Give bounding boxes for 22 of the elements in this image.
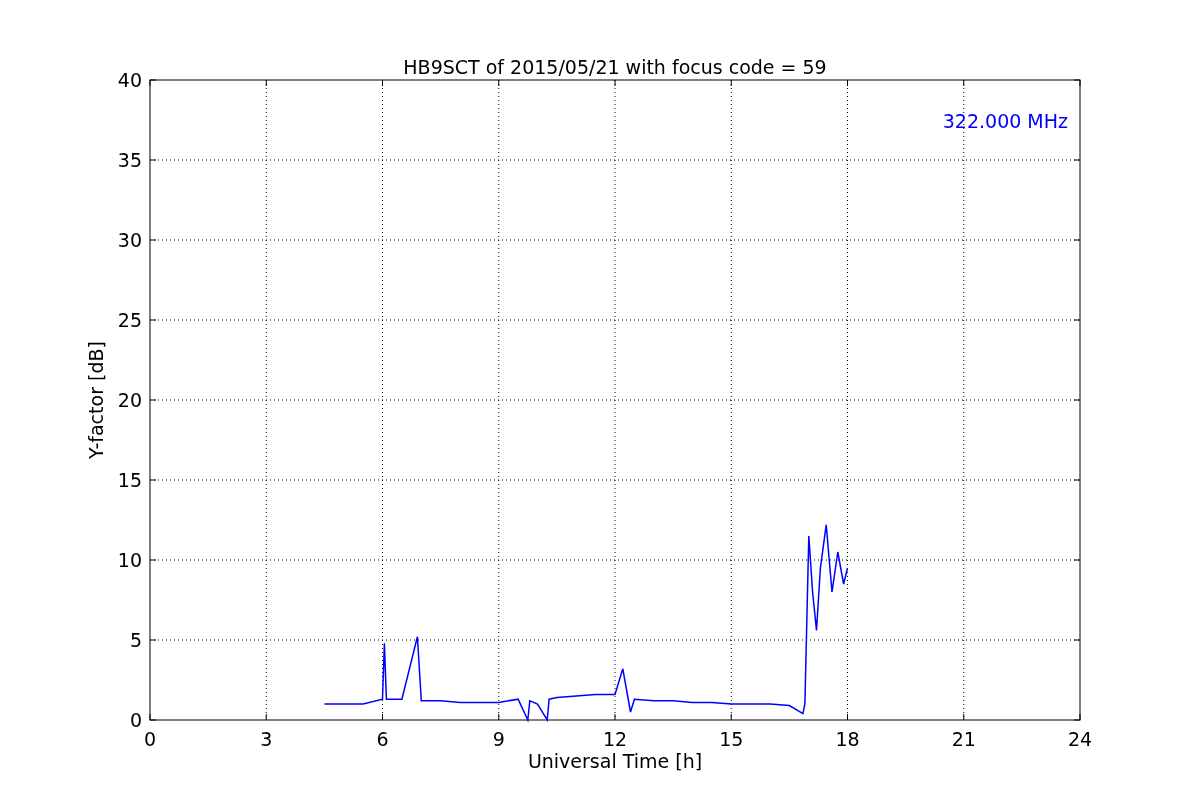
x-tick-label: 24: [1067, 728, 1093, 750]
series-label: 322.000 MHz: [942, 110, 1068, 132]
y-tick-label: 20: [117, 389, 142, 411]
y-tick-label: 10: [117, 549, 142, 571]
y-tick-label: 15: [117, 469, 142, 491]
y-tick-label: 30: [117, 229, 142, 251]
x-tick-label: 9: [492, 728, 505, 750]
x-tick-label: 15: [719, 728, 744, 750]
y-tick-label: 0: [129, 709, 142, 731]
y-axis-label: Y-factor [dB]: [85, 341, 107, 459]
y-tick-label: 40: [117, 69, 142, 91]
x-tick-label: 18: [835, 728, 860, 750]
x-tick-label: 3: [260, 728, 273, 750]
x-axis-label: Universal Time [h]: [527, 750, 703, 772]
x-tick-label: 6: [376, 728, 389, 750]
y-tick-label: 5: [129, 629, 142, 651]
x-tick-label: 21: [951, 728, 976, 750]
x-tick-label: 12: [602, 728, 628, 750]
y-tick-label: 25: [117, 309, 142, 331]
chart-title: HB9SCT of 2015/05/21 with focus code = 59: [403, 56, 827, 78]
y-tick-label: 35: [117, 149, 142, 171]
x-tick-label: 0: [143, 728, 157, 750]
